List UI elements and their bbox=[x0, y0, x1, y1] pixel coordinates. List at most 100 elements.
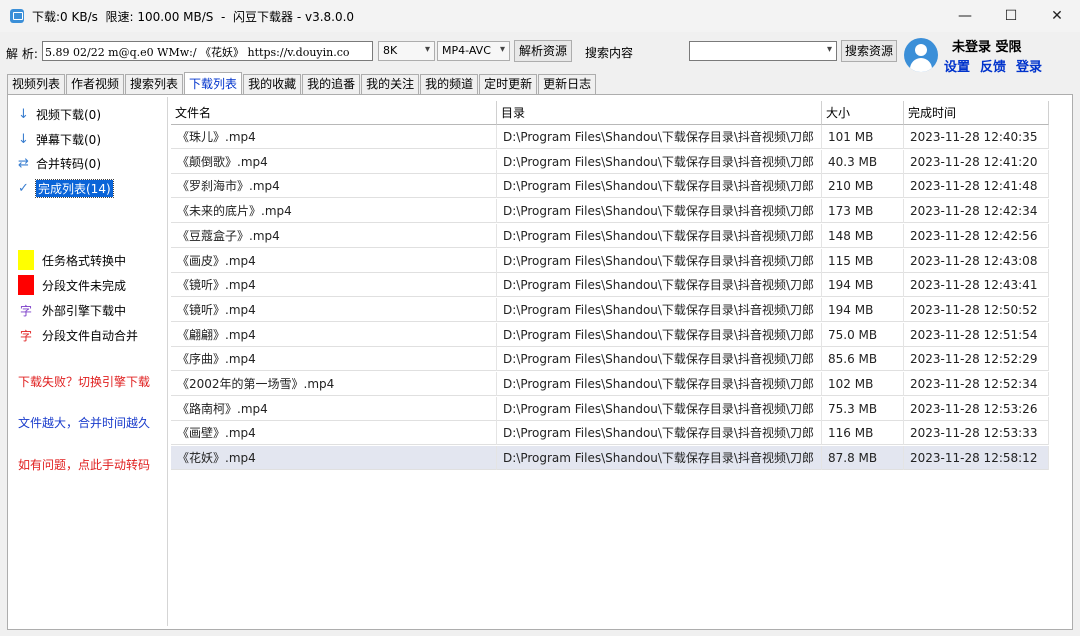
cell-size: 116 MB bbox=[822, 421, 904, 446]
table-row[interactable]: 《2002年的第一场雪》.mp4 D:\Program Files\Shandou… bbox=[171, 372, 1049, 396]
note-manual-transcode[interactable]: 如有问题，点此手动转码 bbox=[18, 456, 150, 473]
cell-size: 85.6 MB bbox=[822, 347, 904, 372]
tab-following-series[interactable]: 我的追番 bbox=[302, 74, 361, 94]
cell-directory: D:\Program Files\Shandou\下载保存目录\抖音视频\刀郎 bbox=[497, 372, 822, 396]
nav-video-download[interactable]: ↓ 视频下载(0) bbox=[18, 105, 101, 123]
cell-directory: D:\Program Files\Shandou\下载保存目录\抖音视频\刀郎 bbox=[497, 396, 822, 421]
quality-select[interactable]: 8K ▾ bbox=[378, 41, 435, 61]
tab-favorites[interactable]: 我的收藏 bbox=[243, 74, 302, 94]
download-table: 文件名 目录 大小 完成时间 《珠儿》.mp4 D:\Program Files\… bbox=[171, 101, 1049, 626]
cell-size: 115 MB bbox=[822, 248, 904, 273]
table-row[interactable]: 《未来的底片》.mp4 D:\Program Files\Shandou\下载保存… bbox=[171, 199, 1049, 224]
legend-label: 外部引擎下载中 bbox=[42, 304, 127, 318]
cell-directory: D:\Program Files\Shandou\下载保存目录\抖音视频\刀郎 bbox=[497, 273, 822, 298]
cell-size: 194 MB bbox=[822, 273, 904, 298]
tab-search-list[interactable]: 搜索列表 bbox=[125, 74, 184, 94]
cell-directory: D:\Program Files\Shandou\下载保存目录\抖音视频\刀郎 bbox=[497, 297, 822, 322]
cell-size: 102 MB bbox=[822, 372, 904, 396]
column-header-directory[interactable]: 目录 bbox=[497, 101, 822, 125]
cell-filename: 《画皮》.mp4 bbox=[171, 248, 497, 273]
nav-label: 合并转码(0) bbox=[36, 156, 101, 171]
table-row[interactable]: 《花妖》.mp4 D:\Program Files\Shandou\下载保存目录\… bbox=[171, 446, 1049, 471]
cell-filename: 《2002年的第一场雪》.mp4 bbox=[171, 372, 497, 396]
cell-directory: D:\Program Files\Shandou\下载保存目录\抖音视频\刀郎 bbox=[497, 446, 822, 471]
table-row[interactable]: 《序曲》.mp4 D:\Program Files\Shandou\下载保存目录\… bbox=[171, 347, 1049, 372]
cell-size: 87.8 MB bbox=[822, 446, 904, 471]
tab-download-list[interactable]: 下载列表 bbox=[184, 72, 243, 94]
url-input[interactable]: 5.89 02/22 m@q.e0 WMw:/ 《花妖》 https://v.d… bbox=[42, 41, 373, 61]
search-button[interactable]: 搜索资源 bbox=[841, 40, 897, 62]
swap-arrows-icon: ⇄ bbox=[18, 155, 29, 171]
legend-label: 分段文件未完成 bbox=[42, 278, 127, 293]
cell-filename: 《罗刹海市》.mp4 bbox=[171, 174, 497, 199]
column-header-size[interactable]: 大小 bbox=[822, 101, 904, 125]
tab-my-channels[interactable]: 我的频道 bbox=[420, 74, 479, 94]
cell-time: 2023-11-28 12:52:34 bbox=[904, 372, 1049, 396]
maximize-button[interactable]: ☐ bbox=[988, 0, 1034, 32]
chevron-down-icon: ▾ bbox=[499, 44, 505, 55]
chevron-down-icon: ▾ bbox=[424, 44, 430, 55]
cell-filename: 《翩翩》.mp4 bbox=[171, 322, 497, 347]
legend-external-engine: 字 外部引擎下载中 bbox=[18, 302, 126, 319]
feedback-link[interactable]: 反馈 bbox=[980, 60, 1006, 75]
red-swatch bbox=[18, 275, 34, 295]
download-arrow-icon: ↓ bbox=[18, 106, 29, 122]
tab-followed[interactable]: 我的关注 bbox=[361, 74, 420, 94]
cell-filename: 《序曲》.mp4 bbox=[171, 347, 497, 372]
cell-size: 75.3 MB bbox=[822, 396, 904, 421]
chevron-down-icon: ▾ bbox=[826, 44, 832, 55]
window-title: 下载:0 KB/s 限速: 100.00 MB/S - 闪豆下载器 - v3.8… bbox=[32, 9, 355, 24]
note-merge-time: 文件越大，合并时间越久 bbox=[18, 416, 151, 430]
search-input[interactable]: ▾ bbox=[689, 41, 837, 61]
legend-label: 分段文件自动合并 bbox=[42, 329, 139, 343]
cell-filename: 《珠儿》.mp4 bbox=[171, 125, 497, 149]
cell-directory: D:\Program Files\Shandou\下载保存目录\抖音视频\刀郎 bbox=[497, 174, 822, 199]
table-row[interactable]: 《镜听》.mp4 D:\Program Files\Shandou\下载保存目录\… bbox=[171, 297, 1049, 322]
column-header-time[interactable]: 完成时间 bbox=[904, 101, 1049, 125]
cell-time: 2023-11-28 12:43:41 bbox=[904, 273, 1049, 298]
table-row[interactable]: 《画壁》.mp4 D:\Program Files\Shandou\下载保存目录\… bbox=[171, 421, 1049, 446]
parse-label: 解 析: bbox=[6, 47, 38, 61]
settings-link[interactable]: 设置 bbox=[944, 60, 970, 75]
cell-size: 173 MB bbox=[822, 199, 904, 224]
yellow-swatch bbox=[18, 250, 34, 270]
table-row[interactable]: 《翩翩》.mp4 D:\Program Files\Shandou\下载保存目录\… bbox=[171, 322, 1049, 347]
table-row[interactable]: 《珠儿》.mp4 D:\Program Files\Shandou\下载保存目录\… bbox=[171, 125, 1049, 149]
parse-button[interactable]: 解析资源 bbox=[514, 40, 572, 62]
format-select[interactable]: MP4-AVC ▾ bbox=[437, 41, 510, 61]
table-row[interactable]: 《豆蔻盒子》.mp4 D:\Program Files\Shandou\下载保存目… bbox=[171, 223, 1049, 248]
tab-changelog[interactable]: 更新日志 bbox=[538, 74, 597, 94]
nav-completed-list[interactable]: ✓ 完成列表(14) bbox=[18, 178, 114, 198]
table-row[interactable]: 《颠倒歌》.mp4 D:\Program Files\Shandou\下载保存目录… bbox=[171, 149, 1049, 174]
table-row[interactable]: 《画皮》.mp4 D:\Program Files\Shandou\下载保存目录\… bbox=[171, 248, 1049, 273]
cell-directory: D:\Program Files\Shandou\下载保存目录\抖音视频\刀郎 bbox=[497, 421, 822, 446]
table-row[interactable]: 《罗刹海市》.mp4 D:\Program Files\Shandou\下载保存目… bbox=[171, 174, 1049, 199]
tab-video-list[interactable]: 视频列表 bbox=[7, 74, 66, 94]
table-row[interactable]: 《路南柯》.mp4 D:\Program Files\Shandou\下载保存目录… bbox=[171, 396, 1049, 421]
red-char-marker: 字 bbox=[19, 329, 32, 343]
quality-value: 8K bbox=[383, 44, 398, 57]
cell-size: 101 MB bbox=[822, 125, 904, 149]
legend-segment-incomplete: 分段文件未完成 bbox=[18, 275, 126, 295]
close-button[interactable]: ✕ bbox=[1034, 0, 1080, 32]
note-switch-engine[interactable]: 下载失败？切换引擎下载 bbox=[18, 373, 150, 390]
tab-author-videos[interactable]: 作者视频 bbox=[66, 74, 125, 94]
cell-time: 2023-11-28 12:50:52 bbox=[904, 297, 1049, 322]
cell-time: 2023-11-28 12:52:29 bbox=[904, 347, 1049, 372]
cell-time: 2023-11-28 12:53:26 bbox=[904, 396, 1049, 421]
tab-bar: 视频列表 作者视频 搜索列表 下载列表 我的收藏 我的追番 我的关注 我的频道 … bbox=[7, 72, 597, 94]
cell-time: 2023-11-28 12:41:20 bbox=[904, 149, 1049, 174]
nav-danmaku-download[interactable]: ↓ 弹幕下载(0) bbox=[18, 130, 101, 148]
login-link[interactable]: 登录 bbox=[1016, 60, 1042, 75]
avatar[interactable] bbox=[904, 38, 938, 72]
cell-time: 2023-11-28 12:41:48 bbox=[904, 174, 1049, 199]
tab-scheduled-update[interactable]: 定时更新 bbox=[479, 74, 538, 94]
cell-directory: D:\Program Files\Shandou\下载保存目录\抖音视频\刀郎 bbox=[497, 223, 822, 248]
cell-time: 2023-11-28 12:43:08 bbox=[904, 248, 1049, 273]
nav-merge-transcode[interactable]: ⇄ 合并转码(0) bbox=[18, 154, 101, 172]
purple-char-marker: 字 bbox=[19, 304, 32, 318]
column-header-filename[interactable]: 文件名 bbox=[171, 101, 497, 125]
cell-directory: D:\Program Files\Shandou\下载保存目录\抖音视频\刀郎 bbox=[497, 322, 822, 347]
minimize-button[interactable]: — bbox=[942, 0, 988, 32]
table-row[interactable]: 《镜听》.mp4 D:\Program Files\Shandou\下载保存目录\… bbox=[171, 273, 1049, 298]
